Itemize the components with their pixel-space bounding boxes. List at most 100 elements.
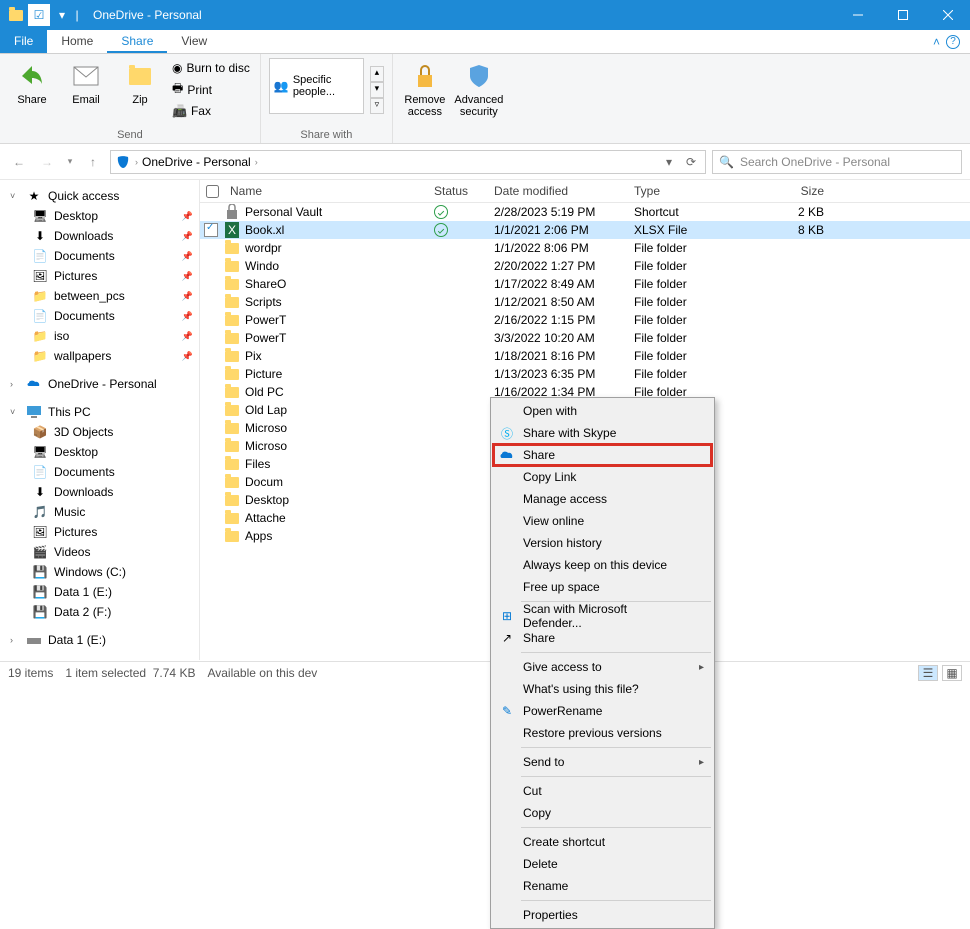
qat-dropdown-icon[interactable]: ▾ (51, 4, 73, 26)
view-details-button[interactable]: ☰ (918, 665, 938, 681)
breadcrumb[interactable]: › OneDrive - Personal › ▾ ⟳ (110, 150, 706, 174)
advanced-security-button[interactable]: Advanced security (455, 58, 503, 118)
breadcrumb-dropdown[interactable]: ▾ (659, 152, 679, 172)
nav-item[interactable]: 🎬Videos (0, 542, 199, 562)
remove-access-button[interactable]: Remove access (401, 58, 449, 118)
file-row[interactable]: Pix 1/18/2021 8:16 PM File folder (200, 347, 970, 365)
ctx-cut[interactable]: Cut (493, 780, 712, 802)
refresh-button[interactable]: ⟳ (681, 152, 701, 172)
nav-item[interactable]: 💾Data 2 (F:) (0, 602, 199, 622)
sharewith-expand[interactable]: ▿ (370, 98, 384, 114)
ctx-always-keep[interactable]: Always keep on this device (493, 554, 712, 576)
nav-up-button[interactable]: ↑ (82, 151, 104, 173)
ctx-rename[interactable]: Rename (493, 875, 712, 897)
select-all-checkbox[interactable] (206, 185, 219, 198)
minimize-button[interactable] (835, 0, 880, 30)
burn-disc-button[interactable]: ◉Burn to disc (170, 60, 252, 76)
ctx-share-skype[interactable]: ⓈShare with Skype (493, 422, 712, 444)
column-name[interactable]: Name (230, 184, 262, 198)
ctx-delete[interactable]: Delete (493, 853, 712, 875)
tab-file[interactable]: File (0, 30, 47, 53)
ctx-copy[interactable]: Copy (493, 802, 712, 824)
file-row[interactable]: Personal Vault 2/28/2023 5:19 PM Shortcu… (200, 203, 970, 221)
ctx-properties[interactable]: Properties (493, 904, 712, 926)
column-status[interactable]: Status (434, 184, 494, 198)
nav-item[interactable]: 💾Windows (C:) (0, 562, 199, 582)
nav-forward-button[interactable]: → (36, 151, 58, 173)
breadcrumb-root-icon[interactable] (115, 154, 131, 170)
nav-item[interactable]: 🖼Pictures📌 (0, 266, 199, 286)
nav-quick-access[interactable]: ˅★Quick access (0, 186, 199, 206)
specific-people-button[interactable]: 👥 Specific people... (269, 58, 364, 114)
nav-onedrive[interactable]: ›OneDrive - Personal (0, 374, 199, 394)
ctx-restore-versions[interactable]: Restore previous versions (493, 722, 712, 744)
nav-item[interactable]: 📄Documents📌 (0, 246, 199, 266)
file-row[interactable]: Picture 1/13/2023 6:35 PM File folder (200, 365, 970, 383)
breadcrumb-item[interactable]: OneDrive - Personal (142, 155, 251, 169)
print-button[interactable]: 🖶Print (170, 78, 252, 101)
view-large-icons-button[interactable]: ▦ (942, 665, 962, 681)
nav-back-button[interactable]: ← (8, 151, 30, 173)
ctx-copy-link[interactable]: Copy Link (493, 466, 712, 488)
ctx-give-access[interactable]: Give access to▸ (493, 656, 712, 678)
ribbon-collapse-icon[interactable]: ˄ (933, 35, 940, 49)
ctx-open-with[interactable]: Open with (493, 400, 712, 422)
file-row[interactable]: XBook.xl 1/1/2021 2:06 PM XLSX File 8 KB (200, 221, 970, 239)
nav-item[interactable]: ⬇Downloads📌 (0, 226, 199, 246)
column-size[interactable]: Size (754, 184, 824, 198)
ctx-share2[interactable]: ↗Share (493, 627, 712, 649)
nav-recent-dropdown[interactable]: ▾ (64, 151, 76, 173)
row-checkbox[interactable] (204, 223, 218, 237)
ctx-create-shortcut[interactable]: Create shortcut (493, 831, 712, 853)
breadcrumb-chevron[interactable]: › (135, 157, 138, 167)
ctx-send-to[interactable]: Send to▸ (493, 751, 712, 773)
share-arrow-icon: ↗ (499, 630, 515, 646)
tab-view[interactable]: View (167, 30, 221, 53)
ctx-free-up-space[interactable]: Free up space (493, 576, 712, 598)
tab-share[interactable]: Share (107, 30, 167, 53)
share-button[interactable]: Share (8, 58, 56, 106)
nav-item[interactable]: 📄Documents📌 (0, 306, 199, 326)
ctx-version-history[interactable]: Version history (493, 532, 712, 554)
nav-item[interactable]: 🎵Music (0, 502, 199, 522)
ctx-whats-using[interactable]: What's using this file? (493, 678, 712, 700)
qat-folder-icon[interactable] (5, 4, 27, 26)
nav-item[interactable]: 💾Data 1 (E:) (0, 582, 199, 602)
nav-item[interactable]: 📁wallpapers📌 (0, 346, 199, 366)
search-input[interactable]: 🔍 Search OneDrive - Personal (712, 150, 962, 174)
maximize-button[interactable] (880, 0, 925, 30)
nav-item[interactable]: ⬇Downloads (0, 482, 199, 502)
qat-properties-icon[interactable]: ☑ (28, 4, 50, 26)
file-row[interactable]: wordpr 1/1/2022 8:06 PM File folder (200, 239, 970, 257)
close-button[interactable] (925, 0, 970, 30)
zip-button[interactable]: Zip (116, 58, 164, 106)
breadcrumb-chevron[interactable]: › (255, 157, 258, 167)
email-button[interactable]: Email (62, 58, 110, 106)
file-row[interactable]: Scripts 1/12/2021 8:50 AM File folder (200, 293, 970, 311)
file-row[interactable]: Windo 2/20/2022 1:27 PM File folder (200, 257, 970, 275)
ctx-scan-defender[interactable]: ⊞Scan with Microsoft Defender... (493, 605, 712, 627)
nav-item[interactable]: 🖥Desktop (0, 442, 199, 462)
nav-item[interactable]: 📁iso📌 (0, 326, 199, 346)
file-row[interactable]: PowerT 3/3/2022 10:20 AM File folder (200, 329, 970, 347)
nav-drive[interactable]: ›Data 1 (E:) (0, 630, 199, 650)
tab-home[interactable]: Home (47, 30, 107, 53)
ctx-view-online[interactable]: View online (493, 510, 712, 532)
ctx-share[interactable]: Share (493, 444, 712, 466)
sharewith-scroll-down[interactable]: ▾ (370, 82, 384, 98)
ctx-manage-access[interactable]: Manage access (493, 488, 712, 510)
nav-thispc[interactable]: ˅This PC (0, 402, 199, 422)
file-row[interactable]: PowerT 2/16/2022 1:15 PM File folder (200, 311, 970, 329)
sharewith-scroll-up[interactable]: ▴ (370, 66, 384, 82)
help-icon[interactable]: ? (946, 35, 960, 49)
column-date[interactable]: Date modified (494, 184, 634, 198)
column-type[interactable]: Type (634, 184, 754, 198)
nav-item[interactable]: 📦3D Objects (0, 422, 199, 442)
nav-item[interactable]: 🖼Pictures (0, 522, 199, 542)
fax-button[interactable]: 📠Fax (170, 103, 252, 119)
nav-item[interactable]: 🖥Desktop📌 (0, 206, 199, 226)
nav-item[interactable]: 📁between_pcs📌 (0, 286, 199, 306)
ctx-powerrename[interactable]: ✎PowerRename (493, 700, 712, 722)
file-row[interactable]: ShareO 1/17/2022 8:49 AM File folder (200, 275, 970, 293)
nav-item[interactable]: 📄Documents (0, 462, 199, 482)
